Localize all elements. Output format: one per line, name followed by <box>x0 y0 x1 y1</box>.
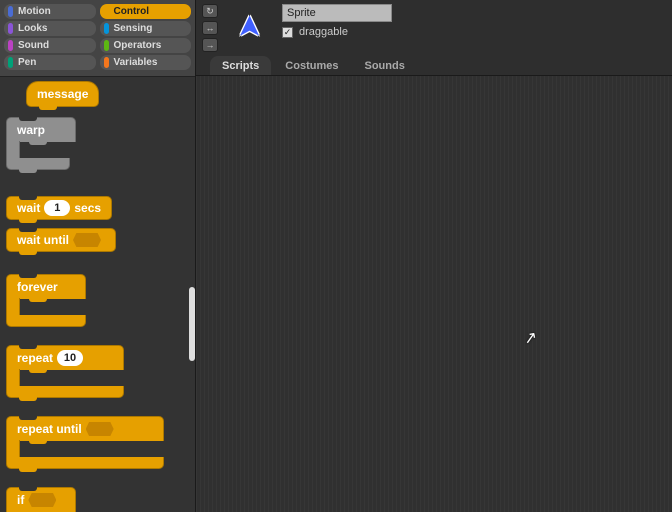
category-label: Control <box>114 6 150 17</box>
scripting-panel: ↻ ↔ → ➤ .arrow-sprite{transform: rotate(… <box>195 0 672 512</box>
category-sound[interactable]: Sound <box>4 38 96 53</box>
boolean-slot[interactable] <box>86 422 114 436</box>
sprite-header: ↻ ↔ → ➤ .arrow-sprite{transform: rotate(… <box>196 0 672 54</box>
forever-block[interactable]: forever <box>6 274 195 327</box>
category-motion[interactable]: Motion <box>4 4 96 19</box>
category-label: Variables <box>114 57 158 68</box>
category-label: Motion <box>18 6 51 17</box>
warp-block[interactable]: warp <box>6 117 195 170</box>
wait-value-input[interactable]: 1 <box>44 200 70 216</box>
block-label: repeat until <box>17 422 82 436</box>
category-swatch <box>8 40 13 51</box>
wait-secs-block[interactable]: wait 1 secs <box>6 196 112 220</box>
repeat-block[interactable]: repeat 10 <box>6 345 195 398</box>
category-swatch <box>8 6 13 17</box>
block-palette-panel: Motion Control Looks Sensing Sound Operators P… <box>0 0 195 512</box>
sprite-name-input[interactable] <box>282 4 392 22</box>
block-label: secs <box>74 201 101 215</box>
tab-scripts[interactable]: Scripts <box>210 56 271 75</box>
sprite-thumbnail[interactable]: ➤ <box>228 4 272 48</box>
wait-until-block[interactable]: wait until <box>6 228 116 252</box>
category-swatch <box>8 23 13 34</box>
block-label: wait <box>17 201 40 215</box>
category-operators[interactable]: Operators <box>100 38 192 53</box>
rotate-button[interactable]: ↻ <box>202 4 218 18</box>
scripts-canvas[interactable]: ↖ .cursor{transform: scaleX(-1) rotate(1… <box>196 76 672 512</box>
block-label: warp <box>17 123 45 137</box>
category-label: Looks <box>18 23 47 34</box>
repeat-value-input[interactable]: 10 <box>57 350 83 366</box>
tab-sounds[interactable]: Sounds <box>352 56 416 75</box>
draggable-label: draggable <box>299 26 348 38</box>
sprite-costume-icon: ➤ <box>232 13 267 38</box>
block-label: repeat <box>17 351 53 365</box>
flip-button[interactable]: ↔ <box>202 21 218 35</box>
category-swatch <box>104 23 109 34</box>
category-label: Operators <box>114 40 162 51</box>
category-label: Sensing <box>114 23 153 34</box>
block-label: message <box>37 87 88 101</box>
category-label: Sound <box>18 40 49 51</box>
palette-scrollbar[interactable] <box>189 287 195 361</box>
editor-tabs: ScriptsCostumesSounds <box>196 54 672 76</box>
if-block[interactable]: if <box>6 487 195 512</box>
cursor-icon: ↖ <box>522 327 539 349</box>
draggable-checkbox[interactable]: ✓ <box>282 27 293 38</box>
repeat-until-block[interactable]: repeat until <box>6 416 195 469</box>
category-variables[interactable]: Variables <box>100 55 192 70</box>
block-label: if <box>17 493 24 507</box>
boolean-slot[interactable] <box>73 233 101 247</box>
boolean-slot[interactable] <box>28 493 56 507</box>
category-pen[interactable]: Pen <box>4 55 96 70</box>
block-label: forever <box>17 280 58 294</box>
category-swatch <box>8 57 13 68</box>
move-button[interactable]: → <box>202 38 218 52</box>
block-label: wait until <box>17 233 69 247</box>
category-label: Pen <box>18 57 36 68</box>
tab-costumes[interactable]: Costumes <box>273 56 350 75</box>
category-control[interactable]: Control <box>100 4 192 19</box>
block-palette: message warp wait 1 secs <box>0 77 195 512</box>
category-selector: Motion Control Looks Sensing Sound Operators P… <box>0 0 195 77</box>
message-hat-block[interactable]: message <box>26 81 99 107</box>
category-looks[interactable]: Looks <box>4 21 96 36</box>
category-swatch <box>104 6 109 17</box>
category-swatch <box>104 57 109 68</box>
category-sensing[interactable]: Sensing <box>100 21 192 36</box>
category-swatch <box>104 40 109 51</box>
